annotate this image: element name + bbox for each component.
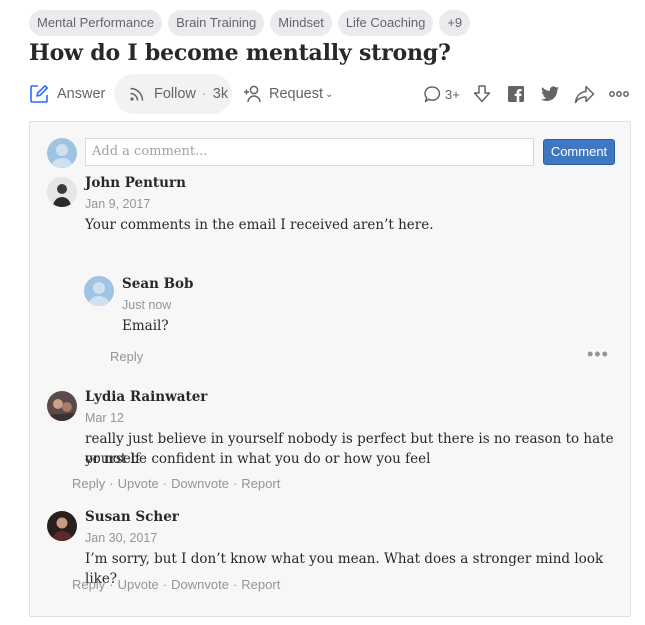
comment-date: Just now [122,298,172,312]
current-user-avatar [47,138,77,168]
downvote-button[interactable] [472,74,492,114]
comment-more-icon[interactable]: ••• [587,345,609,363]
comment-text: Your comments in the email I received ar… [85,217,434,233]
avatar[interactable] [47,511,77,541]
user-placeholder-icon [51,144,73,168]
question-action-bar: Answer Follow · 3k Request ⌄ 3+ [29,74,631,114]
downvote-link[interactable]: Downvote [171,577,229,592]
share-arrow-icon [574,85,595,103]
follow-button[interactable]: Follow · 3k [114,74,232,114]
person-plus-icon [244,85,261,103]
topic-chip[interactable]: Mental Performance [29,10,163,36]
comment-text-line: or not be confident in what you do or ho… [85,451,431,467]
topic-chip[interactable]: Life Coaching [337,10,434,36]
comment-date: Mar 12 [85,411,124,425]
separator: · [109,577,114,592]
report-link[interactable]: Report [241,476,280,491]
answer-button[interactable]: Answer [29,74,105,114]
down-arrow-icon [473,85,491,103]
speech-bubble-icon [424,85,441,102]
comment-author[interactable]: Susan Scher [85,509,179,525]
separator: · [162,476,168,491]
reply-link[interactable]: Reply [72,476,105,491]
comments-count: 3+ [445,86,460,102]
more-topics-chip[interactable]: +9 [439,10,471,36]
request-label: Request [269,86,324,102]
reply-link[interactable]: Reply [110,349,143,364]
user-placeholder-icon [88,282,110,306]
separator: · [109,476,114,491]
avatar[interactable] [84,276,114,306]
john-avatar-photo-icon [47,177,77,207]
comment-submit-button[interactable]: Comment [543,139,615,165]
comment-author[interactable]: Sean Bob [122,276,193,292]
susan-avatar-photo-icon [47,511,77,541]
comment-actions: Reply · Upvote · Downvote · Report [72,577,280,592]
topic-chip[interactable]: Mindset [270,10,332,36]
comment-date: Jan 30, 2017 [85,531,158,545]
report-link[interactable]: Report [241,577,280,592]
follow-label: Follow [154,86,196,102]
facebook-share-button[interactable] [507,74,525,114]
comments-panel: Add a comment... Comment John Penturn Ja… [29,121,631,617]
twitter-share-button[interactable] [540,74,560,114]
share-button[interactable] [574,74,595,114]
request-button[interactable]: Request ⌄ [243,74,333,114]
answer-label: Answer [57,86,106,102]
comment-author[interactable]: Lydia Rainwater [85,389,207,405]
rss-icon [130,87,144,101]
avatar[interactable] [47,391,77,421]
question-title[interactable]: How do I become mentally strong? [29,40,451,66]
comments-button[interactable]: 3+ [423,74,460,114]
comment-date: Jan 9, 2017 [85,197,151,211]
chevron-down-icon: ⌄ [325,88,334,100]
twitter-icon [541,86,559,101]
lydia-avatar-photo-icon [47,391,77,421]
comment-text: Email? [122,318,169,334]
follow-separator: · [201,86,207,102]
avatar[interactable] [47,177,77,207]
topic-chip[interactable]: Brain Training [168,10,265,36]
add-comment-placeholder: Add a comment... [92,144,208,159]
facebook-icon [508,86,524,102]
follow-count: 3k [212,86,229,102]
more-options-button[interactable] [609,74,629,114]
separator: · [232,577,238,592]
pencil-square-icon [30,85,48,103]
add-comment-input[interactable]: Add a comment... [85,138,534,166]
downvote-link[interactable]: Downvote [171,476,229,491]
more-dots-icon [609,91,629,97]
reply-link[interactable]: Reply [72,577,105,592]
topic-list: Mental Performance Brain Training Mindse… [29,10,471,36]
comment-actions: Reply · Upvote · Downvote · Report [72,476,280,491]
upvote-link[interactable]: Upvote [118,476,159,491]
separator: · [232,476,238,491]
upvote-link[interactable]: Upvote [118,577,159,592]
separator: · [162,577,168,592]
comment-author[interactable]: John Penturn [85,175,186,191]
